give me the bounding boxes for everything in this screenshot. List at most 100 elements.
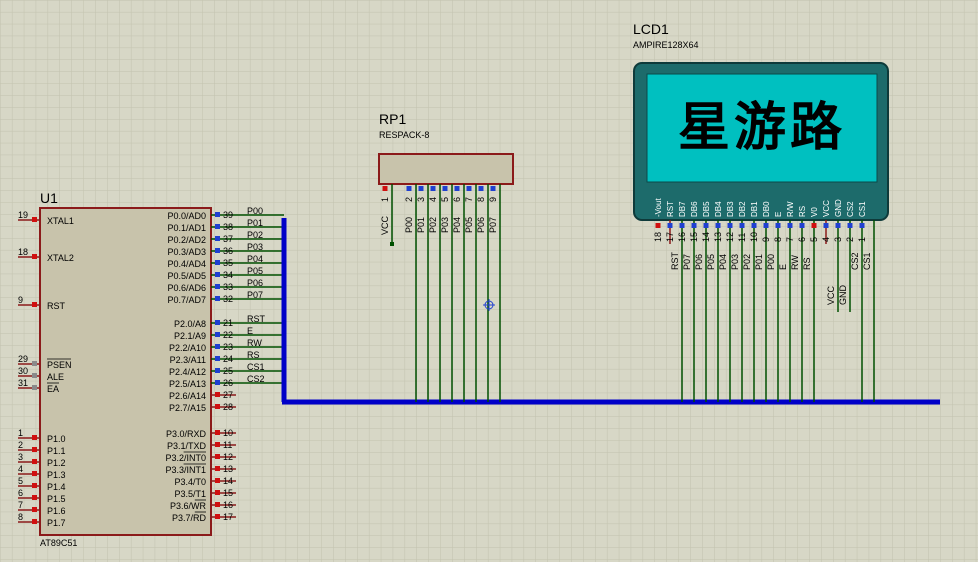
lcd1-net-label: P02 bbox=[742, 254, 752, 270]
lcd1-net-label: RS bbox=[802, 257, 812, 270]
lcd1-display-text: 星游路 bbox=[678, 99, 846, 157]
u1-pin-10[interactable]: 10 P3.0/RXD bbox=[166, 428, 236, 439]
pin-marker bbox=[215, 344, 220, 349]
pin-marker bbox=[418, 186, 424, 191]
u1-net-label: P05 bbox=[247, 266, 263, 276]
u1-net-label: P04 bbox=[247, 254, 263, 264]
lcd1-net-label: VCC bbox=[826, 285, 836, 305]
lcd1-pin-name: DB0 bbox=[762, 201, 771, 217]
u1-pin-num: 23 bbox=[223, 342, 233, 352]
u1-pin-name: P3.1/TXD bbox=[167, 441, 207, 451]
lcd1-pin-name: GND bbox=[834, 199, 843, 217]
pin-marker bbox=[215, 284, 220, 289]
pin-marker bbox=[215, 272, 220, 277]
u1-pin-name: P1.1 bbox=[47, 446, 66, 456]
u1-net-label: P07 bbox=[247, 290, 263, 300]
rp1-pin-num: 1 bbox=[380, 197, 390, 202]
lcd1-pin-name: -Vout bbox=[654, 198, 663, 217]
pin-marker bbox=[32, 483, 37, 488]
lcd1-pin-num: 1 bbox=[857, 237, 867, 242]
lcd1-net-label: P00 bbox=[766, 254, 776, 270]
lcd1-net-label: RST bbox=[670, 251, 680, 270]
pin-marker bbox=[751, 223, 757, 228]
lcd1-pin-num: 5 bbox=[809, 237, 819, 242]
pin-marker bbox=[406, 186, 412, 191]
lcd1-pin-name: R/W bbox=[786, 201, 795, 217]
u1-pin-num: 13 bbox=[223, 464, 233, 474]
u1-pin-num: 7 bbox=[18, 500, 23, 510]
u1-pin-name: EA bbox=[47, 384, 59, 394]
u1-pin-name: P3.5/T1 bbox=[174, 489, 206, 499]
u1-pin-name: P0.6/AD6 bbox=[167, 283, 206, 293]
pin-marker bbox=[490, 186, 496, 191]
pin-marker bbox=[215, 478, 220, 483]
u1-net-label: P02 bbox=[247, 230, 263, 240]
lcd1-pin-name: DB3 bbox=[726, 201, 735, 217]
u1-pin-name: P1.3 bbox=[47, 470, 66, 480]
lcd1-pin-num: 7 bbox=[785, 237, 795, 242]
u1-pin-num: 15 bbox=[223, 488, 233, 498]
u1-pin-name: P0.1/AD1 bbox=[167, 223, 206, 233]
schematic-canvas[interactable]: U1 AT89C51 19XTAL118XTAL29RST29PSEN30ALE… bbox=[0, 0, 978, 562]
pin-marker bbox=[32, 361, 37, 366]
u1-pin-name: P0.0/AD0 bbox=[167, 211, 206, 221]
pin-marker bbox=[32, 459, 37, 464]
u1-pin-num: 34 bbox=[223, 270, 233, 280]
lcd1-net-label: GND bbox=[838, 285, 848, 306]
u1-pin-15[interactable]: 15 P3.5/T1 bbox=[174, 488, 236, 499]
u1-pin-14[interactable]: 14 P3.4/T0 bbox=[174, 476, 236, 487]
u1-pin-name: P3.3/INT1 bbox=[165, 465, 206, 475]
u1-pin-num: 12 bbox=[223, 452, 233, 462]
pin-marker bbox=[215, 380, 220, 385]
pin-marker bbox=[215, 296, 220, 301]
u1-pin-13[interactable]: 13 P3.3/INT1 bbox=[165, 463, 236, 475]
lcd1-pin-name: CS2 bbox=[846, 201, 855, 217]
lcd1-pin-name: DB7 bbox=[678, 201, 687, 217]
lcd1-pin-num: 12 bbox=[725, 232, 735, 242]
pin-marker bbox=[215, 368, 220, 373]
u1-pin-28[interactable]: 28 P2.7/A15 bbox=[169, 402, 236, 413]
u1-pin-16[interactable]: 16 P3.6/WR bbox=[170, 499, 236, 511]
pin-marker bbox=[382, 186, 388, 191]
lcd1-net-label: P01 bbox=[754, 254, 764, 270]
rp1-net-label: P05 bbox=[464, 217, 474, 233]
u1-net-label: RW bbox=[247, 338, 262, 348]
lcd1-net-label: CS1 bbox=[862, 252, 872, 270]
pin-marker bbox=[703, 223, 709, 228]
u1-pin-11[interactable]: 11 P3.1/TXD bbox=[167, 440, 236, 451]
pin-marker bbox=[787, 223, 793, 228]
u1-net-label: E bbox=[247, 326, 253, 336]
rp1-pin-num: 8 bbox=[476, 197, 486, 202]
rp1-pin-num: 6 bbox=[452, 197, 462, 202]
rp1-pin-num: 4 bbox=[428, 197, 438, 202]
lcd1-net-label: E bbox=[778, 264, 788, 270]
pin-marker bbox=[32, 385, 37, 390]
rp1-pin-num: 2 bbox=[404, 197, 414, 202]
pin-marker bbox=[32, 302, 37, 307]
pin-marker bbox=[811, 223, 817, 228]
u1-pin-17[interactable]: 17 P3.7/RD bbox=[172, 511, 236, 523]
lcd1-pin-num: 3 bbox=[833, 237, 843, 242]
u1-pin-name: P3.0/RXD bbox=[166, 429, 207, 439]
pin-marker bbox=[215, 332, 220, 337]
pin-marker bbox=[799, 223, 805, 228]
u1-pin-12[interactable]: 12 P3.2/INT0 bbox=[165, 451, 236, 463]
lcd1-pin-num: 18 bbox=[653, 232, 663, 242]
u1-pin-num: 22 bbox=[223, 330, 233, 340]
lcd1-net-label: P06 bbox=[694, 254, 704, 270]
lcd1-pin-num: 2 bbox=[845, 237, 855, 242]
u1-pin-num: 19 bbox=[18, 210, 28, 220]
pin-marker bbox=[215, 212, 220, 217]
u1-pin-name: P1.4 bbox=[47, 482, 66, 492]
u1-pin-num: 6 bbox=[18, 488, 23, 498]
u1-pin-27[interactable]: 27 P2.6/A14 bbox=[169, 390, 236, 401]
pin-marker bbox=[679, 223, 685, 228]
lcd1-pin-name: RS bbox=[798, 206, 807, 217]
u1-pin-name: P0.4/AD4 bbox=[167, 259, 206, 269]
u1-pin-name: P0.2/AD2 bbox=[167, 235, 206, 245]
u1-pin-name: P0.5/AD5 bbox=[167, 271, 206, 281]
u1-net-label: CS1 bbox=[247, 362, 265, 372]
u1-pin-num: 27 bbox=[223, 390, 233, 400]
u1-pin-num: 29 bbox=[18, 354, 28, 364]
pin-marker bbox=[466, 186, 472, 191]
